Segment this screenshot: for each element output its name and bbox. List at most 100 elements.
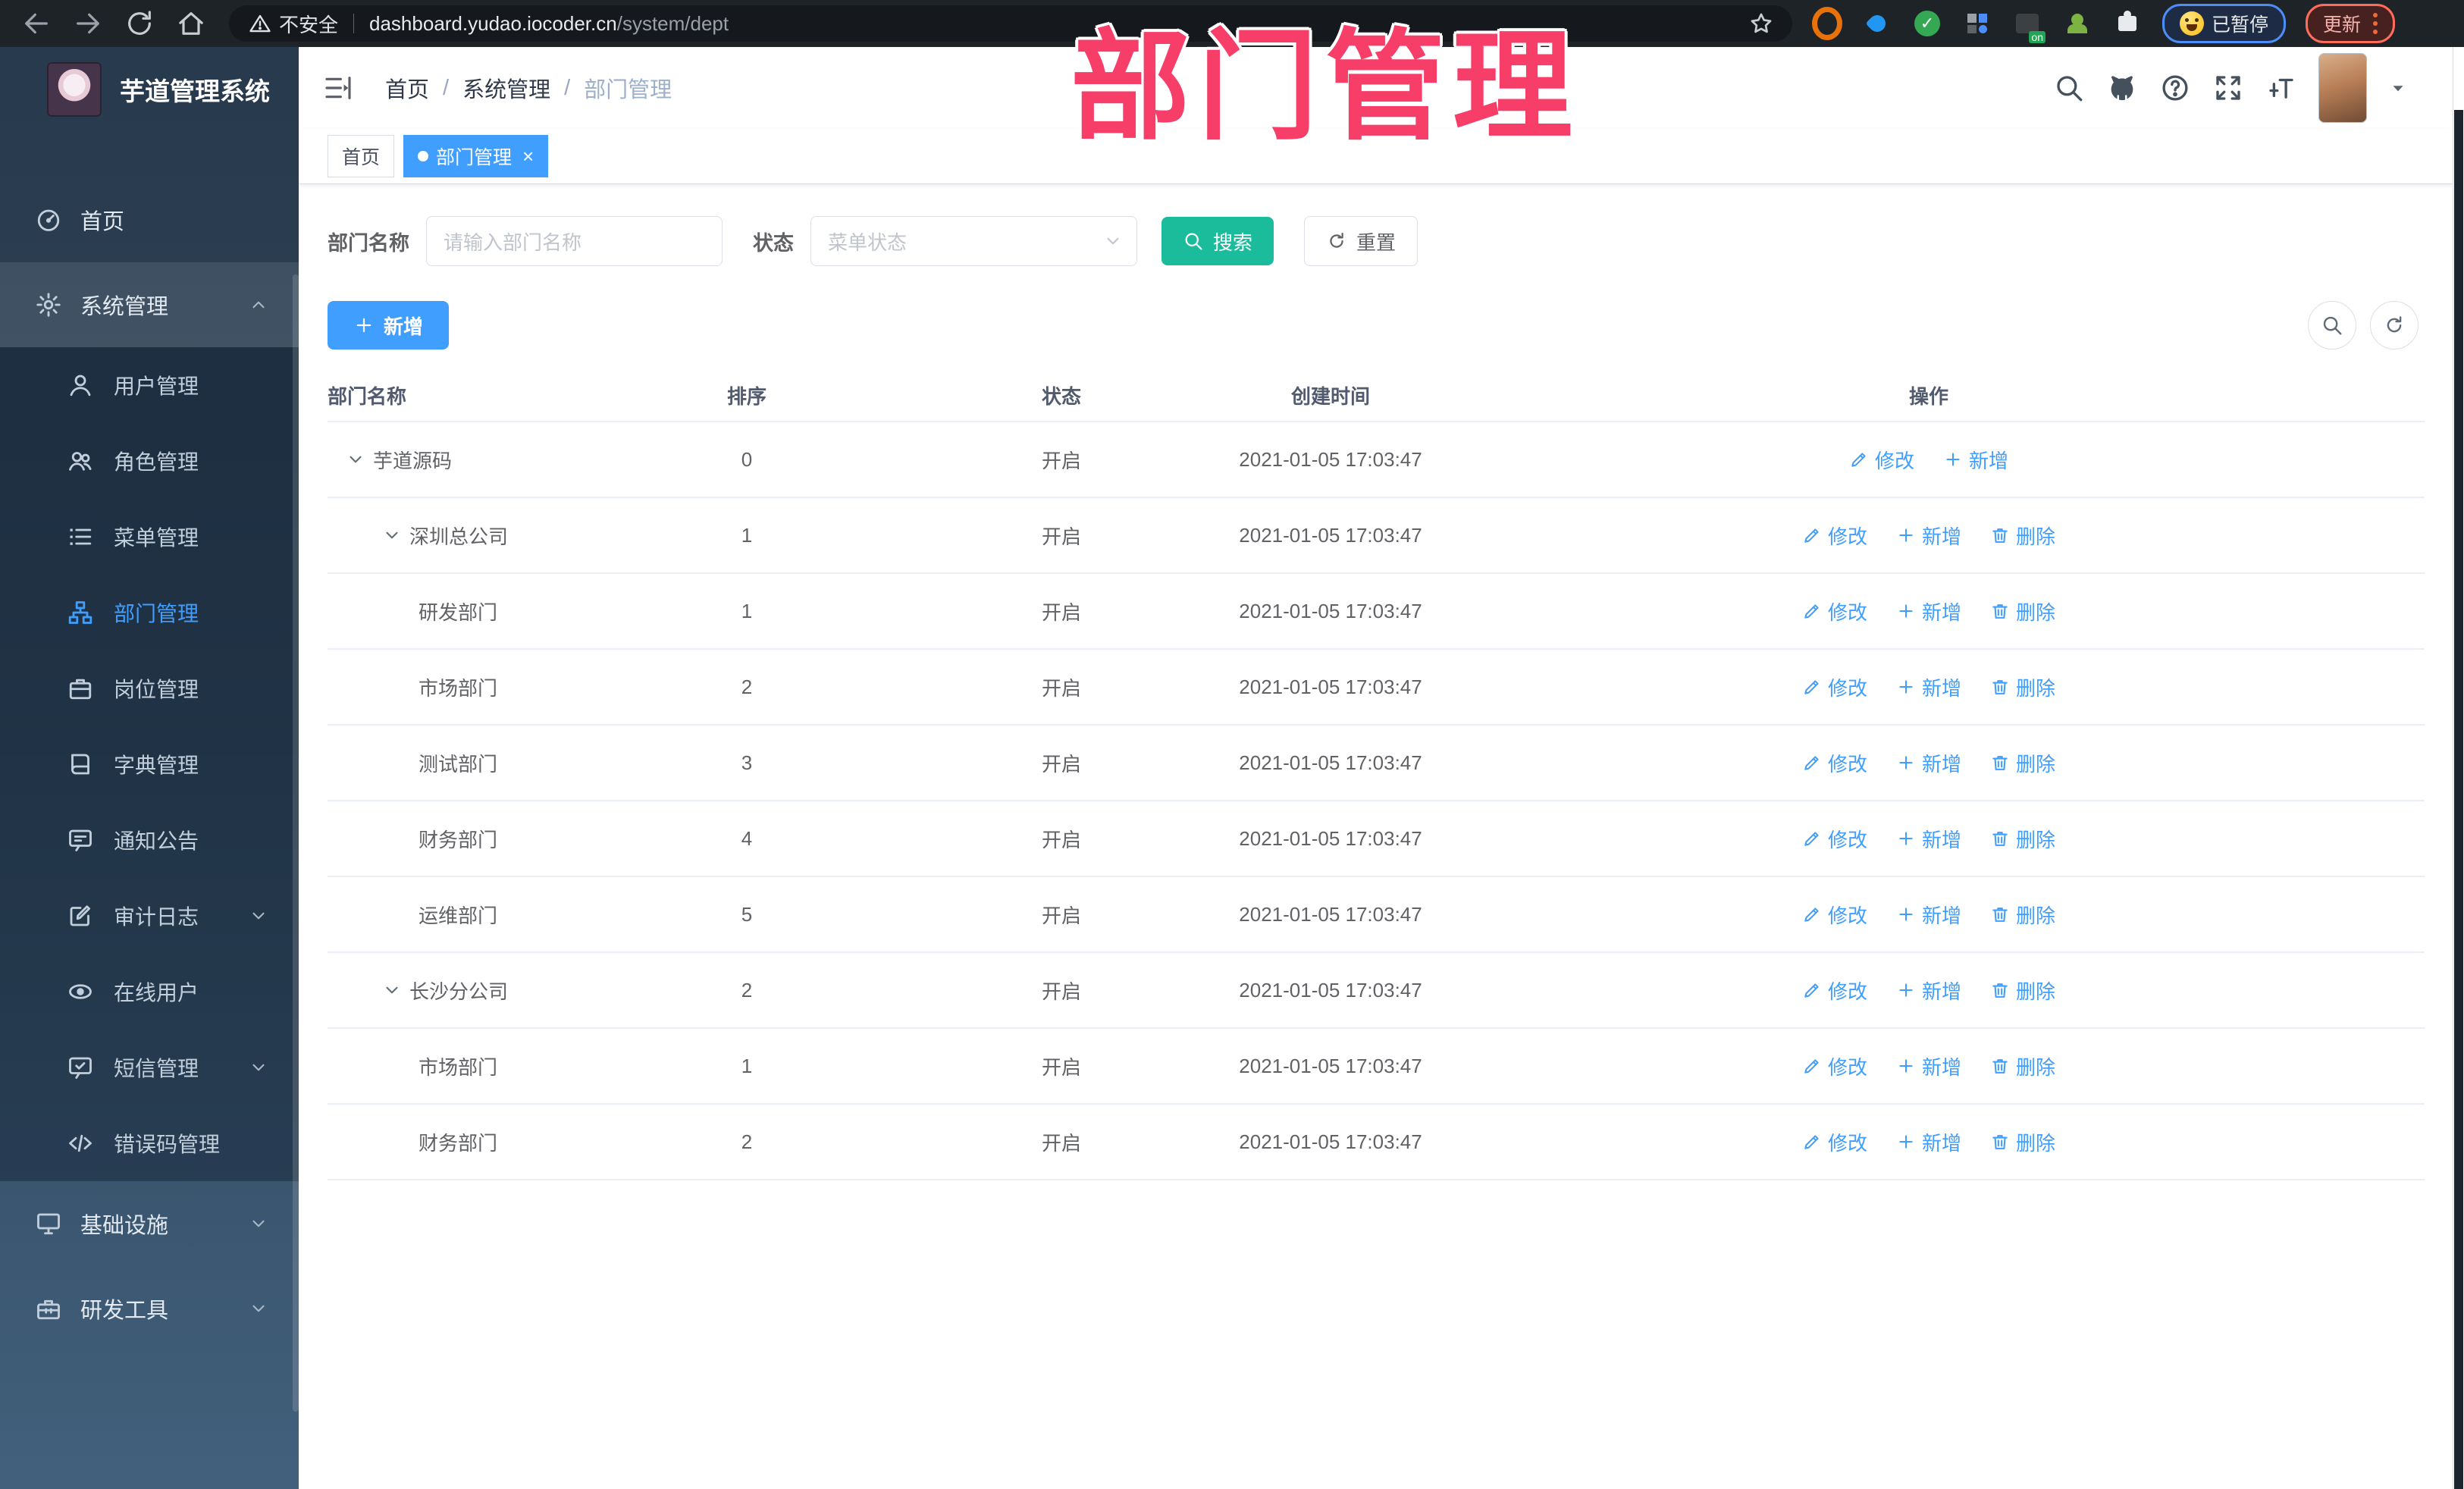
sidebar-item-审计日志[interactable]: 审计日志 bbox=[0, 878, 299, 954]
user-icon bbox=[67, 371, 94, 399]
table-row: 财务部门 2 开启 2021-01-05 17:03:47 修改 新增 删除 bbox=[328, 1103, 2425, 1180]
row-action-edit[interactable]: 修改 bbox=[1802, 1052, 1867, 1080]
help-icon[interactable] bbox=[2159, 72, 2191, 104]
row-action-del[interactable]: 删除 bbox=[1990, 522, 2055, 550]
row-action-add[interactable]: 新增 bbox=[1896, 522, 1961, 550]
github-icon[interactable] bbox=[2106, 72, 2138, 104]
reload-icon[interactable] bbox=[124, 8, 155, 39]
reset-button[interactable]: 重置 bbox=[1304, 216, 1419, 266]
sidebar-item-系统管理[interactable]: 系统管理 bbox=[0, 262, 299, 347]
bookmark-star-icon[interactable] bbox=[1748, 11, 1774, 36]
sidebar-item-基础设施[interactable]: 基础设施 bbox=[0, 1181, 299, 1266]
home-icon[interactable] bbox=[176, 8, 206, 39]
status-select[interactable]: 菜单状态 bbox=[810, 216, 1137, 266]
sidebar-item-字典管理[interactable]: 字典管理 bbox=[0, 726, 299, 802]
row-action-add[interactable]: 新增 bbox=[1896, 976, 1961, 1005]
forward-icon[interactable] bbox=[73, 8, 103, 39]
dept-name-input[interactable]: 请输入部门名称 bbox=[426, 216, 723, 266]
row-action-edit[interactable]: 修改 bbox=[1802, 673, 1867, 701]
sidebar-item-首页[interactable]: 首页 bbox=[0, 177, 299, 262]
update-button[interactable]: 更新 bbox=[2306, 4, 2396, 43]
pencil-icon bbox=[1802, 1132, 1822, 1152]
refresh-table-button[interactable] bbox=[2370, 301, 2419, 350]
status-cell: 开启 bbox=[1041, 1055, 1081, 1079]
hamburger-icon[interactable] bbox=[321, 73, 355, 103]
sidebar-item-错误码管理[interactable]: 错误码管理 bbox=[0, 1105, 299, 1181]
sidebar-item-部门管理[interactable]: 部门管理 bbox=[0, 575, 299, 650]
sidebar-item-菜单管理[interactable]: 菜单管理 bbox=[0, 499, 299, 575]
row-action-del[interactable]: 删除 bbox=[1990, 1128, 2055, 1156]
show-search-button[interactable] bbox=[2308, 301, 2356, 350]
back-icon[interactable] bbox=[21, 8, 52, 39]
chevron-down-icon[interactable] bbox=[2388, 78, 2408, 98]
status-cell: 开启 bbox=[1041, 828, 1081, 851]
fullscreen-icon[interactable] bbox=[2212, 72, 2244, 104]
page-scrollbar[interactable] bbox=[2453, 47, 2464, 1489]
row-action-del[interactable]: 删除 bbox=[1990, 749, 2055, 777]
row-action-edit[interactable]: 修改 bbox=[1802, 976, 1867, 1005]
add-button[interactable]: 新增 bbox=[328, 301, 450, 350]
profile-chip[interactable]: 已暂停 bbox=[2162, 4, 2287, 43]
sidebar-scrollbar[interactable] bbox=[293, 274, 299, 1412]
pencil-icon bbox=[1802, 904, 1822, 924]
table-row: 市场部门 2 开启 2021-01-05 17:03:47 修改 新增 删除 bbox=[328, 648, 2425, 724]
row-action-edit[interactable]: 修改 bbox=[1802, 901, 1867, 929]
row-action-del[interactable]: 删除 bbox=[1990, 901, 2055, 929]
breadcrumb-home[interactable]: 首页 bbox=[385, 72, 429, 104]
sidebar-item-用户管理[interactable]: 用户管理 bbox=[0, 347, 299, 423]
grid-extension-icon[interactable] bbox=[1962, 8, 1992, 39]
check-circle-extension-icon[interactable]: ✓ bbox=[1912, 8, 1942, 39]
sidebar-item-岗位管理[interactable]: 岗位管理 bbox=[0, 650, 299, 726]
target-extension-icon[interactable] bbox=[1812, 7, 1842, 40]
search-icon[interactable] bbox=[2053, 72, 2085, 104]
font-size-icon[interactable] bbox=[2265, 72, 2297, 104]
expand-caret-icon[interactable] bbox=[382, 525, 402, 545]
user-avatar[interactable] bbox=[2318, 53, 2367, 123]
chevron-down-icon bbox=[249, 1058, 268, 1077]
browser-menu-icon[interactable] bbox=[2373, 13, 2378, 34]
search-button[interactable]: 搜索 bbox=[1161, 217, 1274, 265]
expand-caret-icon[interactable] bbox=[346, 450, 365, 469]
sidebar-item-短信管理[interactable]: 短信管理 bbox=[0, 1030, 299, 1105]
sort-cell: 2 bbox=[741, 978, 753, 1002]
switch-extension-icon[interactable]: on bbox=[2012, 8, 2045, 43]
drop-extension-icon[interactable] bbox=[1862, 8, 1892, 39]
puzzle-extension-icon[interactable] bbox=[2112, 8, 2143, 39]
app-logo-row[interactable]: 芋道管理系统 bbox=[0, 47, 299, 132]
row-action-add[interactable]: 新增 bbox=[1896, 1128, 1961, 1156]
sidebar-item-通知公告[interactable]: 通知公告 bbox=[0, 802, 299, 878]
sidebar-item-角色管理[interactable]: 角色管理 bbox=[0, 423, 299, 499]
row-action-add[interactable]: 新增 bbox=[1896, 597, 1961, 625]
row-action-del[interactable]: 删除 bbox=[1990, 1052, 2055, 1080]
row-action-edit[interactable]: 修改 bbox=[1802, 1128, 1867, 1156]
row-action-del[interactable]: 删除 bbox=[1990, 825, 2055, 853]
row-action-add[interactable]: 新增 bbox=[1896, 825, 1961, 853]
tab-部门管理[interactable]: 部门管理 × bbox=[403, 135, 549, 177]
row-action-add[interactable]: 新增 bbox=[1896, 1052, 1961, 1080]
breadcrumb-system[interactable]: 系统管理 bbox=[462, 72, 550, 104]
row-action-edit[interactable]: 修改 bbox=[1849, 446, 1914, 474]
row-action-add[interactable]: 新增 bbox=[1943, 446, 2008, 474]
person-extension-icon[interactable] bbox=[2062, 8, 2093, 39]
row-action-del[interactable]: 删除 bbox=[1990, 673, 2055, 701]
tab-首页[interactable]: 首页 bbox=[328, 135, 395, 177]
table-row: 芋道源码 0 开启 2021-01-05 17:03:47 修改 新增 bbox=[328, 421, 2425, 497]
security-badge[interactable]: 不安全 bbox=[249, 10, 338, 38]
row-action-add[interactable]: 新增 bbox=[1896, 673, 1961, 701]
scrollbar-thumb[interactable] bbox=[2454, 110, 2463, 1489]
row-action-edit[interactable]: 修改 bbox=[1802, 749, 1867, 777]
sidebar-item-研发工具[interactable]: 研发工具 bbox=[0, 1266, 299, 1351]
row-action-add[interactable]: 新增 bbox=[1896, 901, 1961, 929]
expand-caret-icon[interactable] bbox=[382, 980, 402, 1000]
close-tab-icon[interactable]: × bbox=[522, 146, 534, 166]
sidebar-item-在线用户[interactable]: 在线用户 bbox=[0, 954, 299, 1030]
created-cell: 2021-01-05 17:03:47 bbox=[1239, 599, 1422, 622]
status-cell: 开启 bbox=[1041, 600, 1081, 624]
row-action-edit[interactable]: 修改 bbox=[1802, 825, 1867, 853]
plus-icon bbox=[1896, 677, 1916, 697]
row-action-add[interactable]: 新增 bbox=[1896, 749, 1961, 777]
row-action-edit[interactable]: 修改 bbox=[1802, 597, 1867, 625]
row-action-edit[interactable]: 修改 bbox=[1802, 522, 1867, 550]
row-action-del[interactable]: 删除 bbox=[1990, 976, 2055, 1005]
row-action-del[interactable]: 删除 bbox=[1990, 597, 2055, 625]
